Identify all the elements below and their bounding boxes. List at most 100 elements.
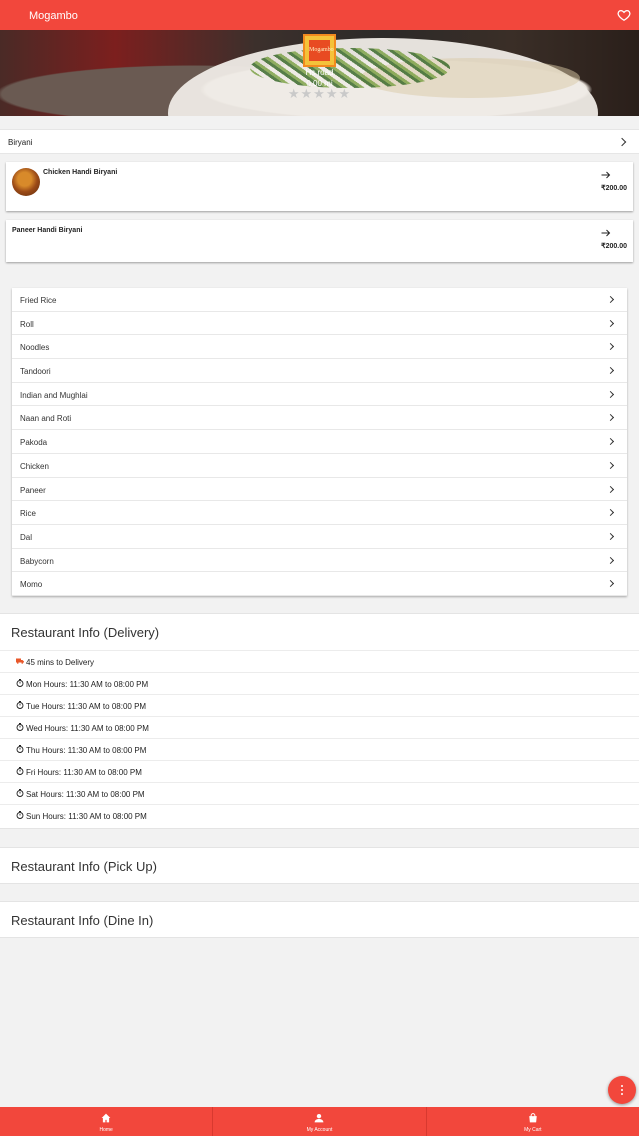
category-label: Tandoori xyxy=(20,367,51,377)
chevron-right-icon xyxy=(606,319,615,327)
category-label: Rice xyxy=(20,509,37,519)
dish-price: ₹200.00 xyxy=(601,185,627,192)
nav-my-cart-label: My Cart xyxy=(524,1127,542,1133)
stopwatch-icon xyxy=(16,811,24,819)
restaurant-logo: Mogambo xyxy=(303,34,336,67)
hours-text: Thu Hours: 11:30 AM to 08:00 PM xyxy=(26,746,147,755)
person-icon xyxy=(315,1113,324,1123)
dish-card[interactable]: Paneer Handi Biryani ₹200.00 xyxy=(6,220,633,262)
hours-row: Tue Hours: 11:30 AM to 08:00 PM xyxy=(0,694,639,716)
hours-text: Sat Hours: 11:30 AM to 08:00 PM xyxy=(26,790,145,799)
category-label: Fried Rice xyxy=(20,296,57,305)
restaurant-logo-text: Mogambo xyxy=(309,40,334,61)
category-item-rice[interactable]: Rice xyxy=(12,501,627,525)
dish-thumbnail xyxy=(12,168,40,196)
restaurant-location: Hs road xyxy=(305,68,334,77)
arrow-right-icon[interactable] xyxy=(601,171,611,179)
stopwatch-icon xyxy=(16,767,24,775)
chevron-right-icon xyxy=(606,556,615,564)
chevron-right-icon xyxy=(606,485,615,493)
dish-name: Chicken Handi Biryani xyxy=(43,169,118,176)
dish-name: Paneer Handi Biryani xyxy=(12,227,83,234)
chevron-right-icon xyxy=(606,295,615,304)
pickup-info-heading: Restaurant Info (Pick Up) xyxy=(11,859,157,874)
shopping-bag-icon xyxy=(529,1113,537,1123)
nav-my-account-label: My Account xyxy=(306,1127,333,1133)
category-item-fried-rice[interactable]: Fried Rice xyxy=(12,288,627,312)
stopwatch-icon xyxy=(16,789,24,797)
category-item-naan-and-roti[interactable]: Naan and Roti xyxy=(12,406,627,431)
category-label: Dal xyxy=(20,532,33,542)
stopwatch-icon xyxy=(16,745,24,753)
hours-text: Sun Hours: 11:30 AM to 08:00 PM xyxy=(26,812,147,821)
bottom-navigation: Home My Account My Cart xyxy=(0,1107,639,1136)
more-vert-icon xyxy=(621,1093,623,1095)
category-header-label: Biryani xyxy=(8,138,33,147)
category-item-roll[interactable]: Roll xyxy=(12,312,627,336)
category-item-dal[interactable]: Dal xyxy=(12,525,627,549)
category-label: Roll xyxy=(20,319,34,329)
dinein-info-heading: Restaurant Info (Dine In) xyxy=(11,913,154,928)
category-label: Naan and Roti xyxy=(20,414,72,424)
category-label: Indian and Mughlai xyxy=(20,390,88,400)
nav-my-account[interactable]: My Account xyxy=(213,1107,427,1136)
delivery-info-section: Restaurant Info (Delivery) 45 mins to De… xyxy=(0,613,639,829)
truck-icon xyxy=(16,658,24,664)
category-label: Chicken xyxy=(20,461,49,471)
home-icon xyxy=(101,1113,111,1123)
chevron-right-icon xyxy=(606,438,615,446)
chevron-right-icon xyxy=(606,580,615,588)
category-header-biryani[interactable]: Biryani xyxy=(0,129,639,154)
hours-text: Fri Hours: 11:30 AM to 08:00 PM xyxy=(26,768,142,777)
hours-text: Mon Hours: 11:30 AM to 08:00 PM xyxy=(26,680,149,689)
chevron-right-icon xyxy=(617,137,627,147)
chevron-right-icon xyxy=(606,390,615,398)
chevron-right-icon xyxy=(606,461,615,469)
chevron-right-icon xyxy=(606,509,615,517)
dinein-info-section[interactable]: Restaurant Info (Dine In) xyxy=(0,901,639,938)
category-item-pakoda[interactable]: Pakoda xyxy=(12,430,627,454)
more-vert-icon xyxy=(621,1089,623,1091)
category-item-paneer[interactable]: Paneer xyxy=(12,478,627,502)
chevron-right-icon xyxy=(606,343,615,351)
nav-home[interactable]: Home xyxy=(0,1107,214,1136)
category-label: Noodles xyxy=(20,343,50,353)
category-list: Fried Rice Roll Noodles Tandoori Indian … xyxy=(12,288,627,596)
more-vert-icon xyxy=(621,1085,623,1087)
dish-price: ₹200.00 xyxy=(601,243,627,250)
chevron-right-icon xyxy=(606,414,615,422)
nav-home-label: Home xyxy=(99,1127,113,1133)
hours-text: Wed Hours: 11:30 AM to 08:00 PM xyxy=(26,724,149,733)
arrow-right-icon[interactable] xyxy=(601,229,611,237)
dish-card[interactable]: Chicken Handi Biryani ₹200.00 xyxy=(6,162,633,211)
hours-text: Tue Hours: 11:30 AM to 08:00 PM xyxy=(26,702,147,711)
category-label: Paneer xyxy=(20,485,46,495)
pickup-info-section[interactable]: Restaurant Info (Pick Up) xyxy=(0,847,639,884)
restaurant-hero-image: Mogambo Hs road 0.00 mi ★★★★★ xyxy=(0,28,639,116)
category-item-babycorn[interactable]: Babycorn xyxy=(12,549,627,573)
category-item-momo[interactable]: Momo xyxy=(12,572,627,596)
heart-outline-icon[interactable] xyxy=(617,8,631,22)
delivery-info-heading: Restaurant Info (Delivery) xyxy=(11,625,160,640)
nav-my-cart[interactable]: My Cart xyxy=(427,1107,639,1136)
hours-row: Sun Hours: 11:30 AM to 08:00 PM xyxy=(0,804,639,826)
hours-row: Thu Hours: 11:30 AM to 08:00 PM xyxy=(0,738,639,760)
hours-row: Fri Hours: 11:30 AM to 08:00 PM xyxy=(0,760,639,782)
chevron-right-icon xyxy=(606,367,615,375)
category-item-tandoori[interactable]: Tandoori xyxy=(12,359,627,383)
category-label: Pakoda xyxy=(20,438,48,448)
category-item-indian-and-mughlai[interactable]: Indian and Mughlai xyxy=(12,383,627,407)
stopwatch-icon xyxy=(16,701,24,709)
delivery-time-text: 45 mins to Delivery xyxy=(26,658,95,667)
rating-stars: ★★★★★ xyxy=(287,87,352,102)
hours-row: Wed Hours: 11:30 AM to 08:00 PM xyxy=(0,716,639,738)
category-item-noodles[interactable]: Noodles xyxy=(12,335,627,360)
chevron-right-icon xyxy=(606,532,615,540)
hours-row: Sat Hours: 11:30 AM to 08:00 PM xyxy=(0,782,639,804)
category-label: Babycorn xyxy=(20,556,54,566)
stopwatch-icon xyxy=(16,723,24,731)
category-item-chicken[interactable]: Chicken xyxy=(12,454,627,478)
stopwatch-icon xyxy=(16,679,24,687)
more-options-button[interactable] xyxy=(608,1076,636,1104)
hours-row: Mon Hours: 11:30 AM to 08:00 PM xyxy=(0,672,639,694)
